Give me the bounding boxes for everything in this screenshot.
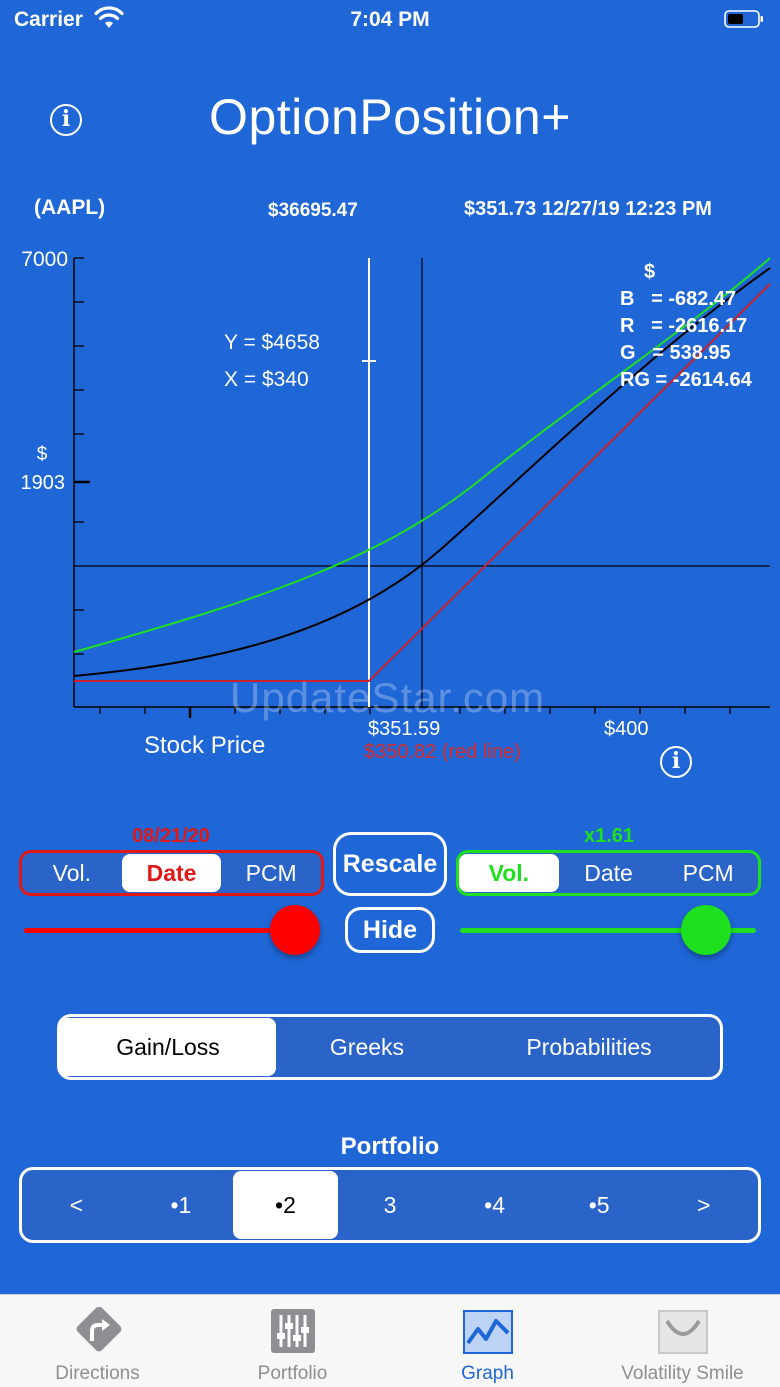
portfolio-item-1[interactable]: •1 — [129, 1171, 234, 1239]
smile-curve-icon — [657, 1310, 708, 1354]
left-value-label: 08/21/20 — [132, 825, 210, 847]
view-segment[interactable]: Gain/Loss Greeks Probabilities — [57, 1014, 723, 1080]
left-seg-vol[interactable]: Vol. — [22, 854, 122, 892]
y-axis-ticks — [74, 257, 90, 655]
hide-button[interactable]: Hide — [345, 907, 435, 953]
right-seg-pcm[interactable]: PCM — [658, 854, 758, 892]
view-tab-greeks[interactable]: Greeks — [276, 1018, 458, 1076]
y-unit-label: $ — [37, 444, 48, 465]
cursor-y-readout: Y = $4658 — [224, 331, 320, 354]
red-line-price: $350.82 (red line) — [364, 741, 521, 763]
portfolio-title: Portfolio — [340, 1133, 440, 1160]
right-value-label: x1.61 — [583, 825, 635, 847]
left-seg-date[interactable]: Date — [121, 854, 222, 892]
graph-icon — [462, 1310, 513, 1354]
left-slider-track[interactable] — [24, 928, 296, 933]
status-bar: Carrier 7:04 PM — [0, 0, 780, 44]
clock: 7:04 PM — [350, 8, 430, 31]
tab-portfolio-label: Portfolio — [257, 1363, 328, 1384]
rescale-button[interactable]: Rescale — [333, 832, 447, 896]
portfolio-item-2[interactable]: •2 — [233, 1171, 338, 1239]
readout-rg: RG = -2614.64 — [620, 369, 753, 391]
tab-graph[interactable]: Graph — [390, 1295, 585, 1387]
portfolio-prev[interactable]: < — [24, 1171, 129, 1239]
left-slider-knob[interactable] — [270, 905, 320, 955]
tab-portfolio[interactable]: Portfolio — [195, 1295, 390, 1387]
portfolio-next[interactable]: > — [651, 1171, 756, 1239]
left-seg-pcm[interactable]: PCM — [221, 854, 321, 892]
readout-g: G = 538.95 — [620, 342, 731, 364]
x-tick-400: $400 — [604, 718, 649, 740]
ticker-symbol: (AAPL) — [34, 196, 106, 219]
stock-quote: $351.73 12/27/19 12:23 PM — [464, 198, 712, 220]
tab-directions-label: Directions — [55, 1363, 140, 1384]
portfolio-item-5[interactable]: •5 — [547, 1171, 652, 1239]
tab-bar: Directions Portfolio Graph Volatility Sm… — [0, 1294, 780, 1387]
portfolio-item-3[interactable]: 3 — [338, 1171, 443, 1239]
tab-volatility-smile[interactable]: Volatility Smile — [585, 1295, 780, 1387]
y-top-label: 7000 — [21, 248, 68, 271]
directions-icon — [76, 1307, 121, 1352]
left-mode-segment[interactable]: Vol. Date PCM — [19, 850, 324, 896]
portfolio-segment[interactable]: < •1 •2 3 •4 •5 > — [19, 1167, 761, 1243]
position-value: $36695.47 — [268, 200, 358, 221]
app-title: OptionPosition+ — [209, 89, 571, 145]
portfolio-item-4[interactable]: •4 — [442, 1171, 547, 1239]
x-tick-current: $351.59 — [368, 718, 441, 740]
tab-graph-label: Graph — [461, 1363, 514, 1384]
tab-volatility-smile-label: Volatility Smile — [621, 1363, 744, 1384]
view-tab-gain-loss[interactable]: Gain/Loss — [60, 1018, 276, 1076]
battery-icon — [724, 10, 763, 28]
readout-r: R = -2616.17 — [620, 315, 747, 337]
sliders-icon — [270, 1309, 315, 1353]
right-seg-vol[interactable]: Vol. — [459, 854, 559, 892]
watermark: UpdateStar.com — [230, 674, 546, 721]
graph-info-icon[interactable]: i — [660, 746, 692, 778]
tab-directions[interactable]: Directions — [0, 1295, 195, 1387]
readout-b: B = -682.47 — [620, 288, 736, 310]
right-slider-knob[interactable] — [681, 905, 731, 955]
gain-loss-graph[interactable]: 7000 $ 1903 Y = $4658 X = $340 $ B = -68… — [0, 240, 780, 720]
readout-unit: $ — [644, 261, 655, 283]
x-axis-title: Stock Price — [144, 732, 266, 759]
cursor-x-readout: X = $340 — [224, 368, 309, 391]
right-mode-segment[interactable]: Vol. Date PCM — [456, 850, 761, 896]
view-tab-probabilities[interactable]: Probabilities — [458, 1018, 720, 1076]
y-mid-label: 1903 — [21, 472, 66, 494]
right-seg-date[interactable]: Date — [559, 854, 659, 892]
